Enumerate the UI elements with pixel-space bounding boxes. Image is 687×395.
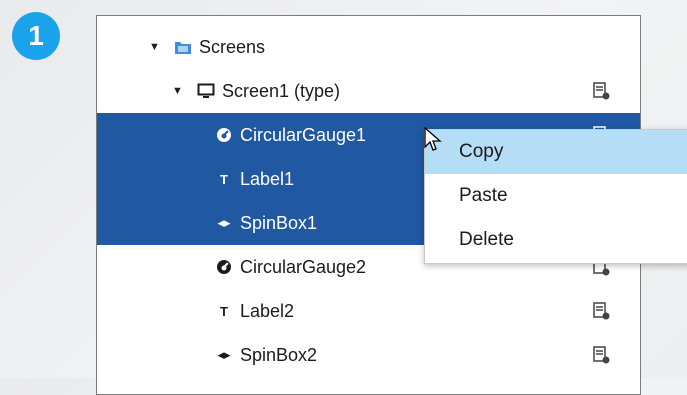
- spinbox-icon: ◂▸: [217, 347, 231, 362]
- text-icon: T: [220, 171, 228, 187]
- menu-item-delete[interactable]: Delete: [425, 218, 687, 262]
- tree-item-label: SpinBox1: [240, 212, 318, 233]
- context-menu: Copy Paste Delete: [424, 129, 687, 264]
- properties-edit-icon[interactable]: [592, 345, 612, 365]
- gauge-icon: [214, 127, 234, 143]
- tree-item-label: Label2: [240, 300, 295, 321]
- expand-caret-icon[interactable]: ▼: [172, 85, 186, 97]
- tree-item-label2[interactable]: T Label2: [97, 289, 640, 333]
- properties-edit-icon[interactable]: [592, 301, 612, 321]
- tree-item-label: Label1: [240, 168, 295, 189]
- folder-icon: [173, 39, 193, 55]
- monitor-icon: [196, 83, 216, 99]
- mouse-cursor-icon: [424, 127, 442, 151]
- menu-item-paste[interactable]: Paste: [425, 174, 687, 218]
- tree-item-label: CircularGauge1: [240, 124, 367, 145]
- step-number-badge: 1: [12, 12, 60, 60]
- tree-item-spinbox2[interactable]: ◂▸ SpinBox2: [97, 333, 640, 377]
- tree-item-screens[interactable]: ▼ Screens: [97, 25, 640, 69]
- tree-item-label: SpinBox2: [240, 344, 318, 365]
- properties-edit-icon[interactable]: [592, 81, 612, 101]
- tree-item-label: Screen1 (type): [222, 80, 341, 101]
- spinbox-icon: ◂▸: [217, 215, 231, 230]
- gauge-icon: [214, 259, 234, 275]
- expand-caret-icon[interactable]: ▼: [149, 41, 163, 53]
- tree-item-label: Screens: [199, 36, 266, 57]
- tree-item-label: CircularGauge2: [240, 256, 367, 277]
- tree-item-screen1[interactable]: ▼ Screen1 (type): [97, 69, 640, 113]
- text-icon: T: [220, 303, 228, 319]
- menu-item-copy[interactable]: Copy: [425, 130, 687, 174]
